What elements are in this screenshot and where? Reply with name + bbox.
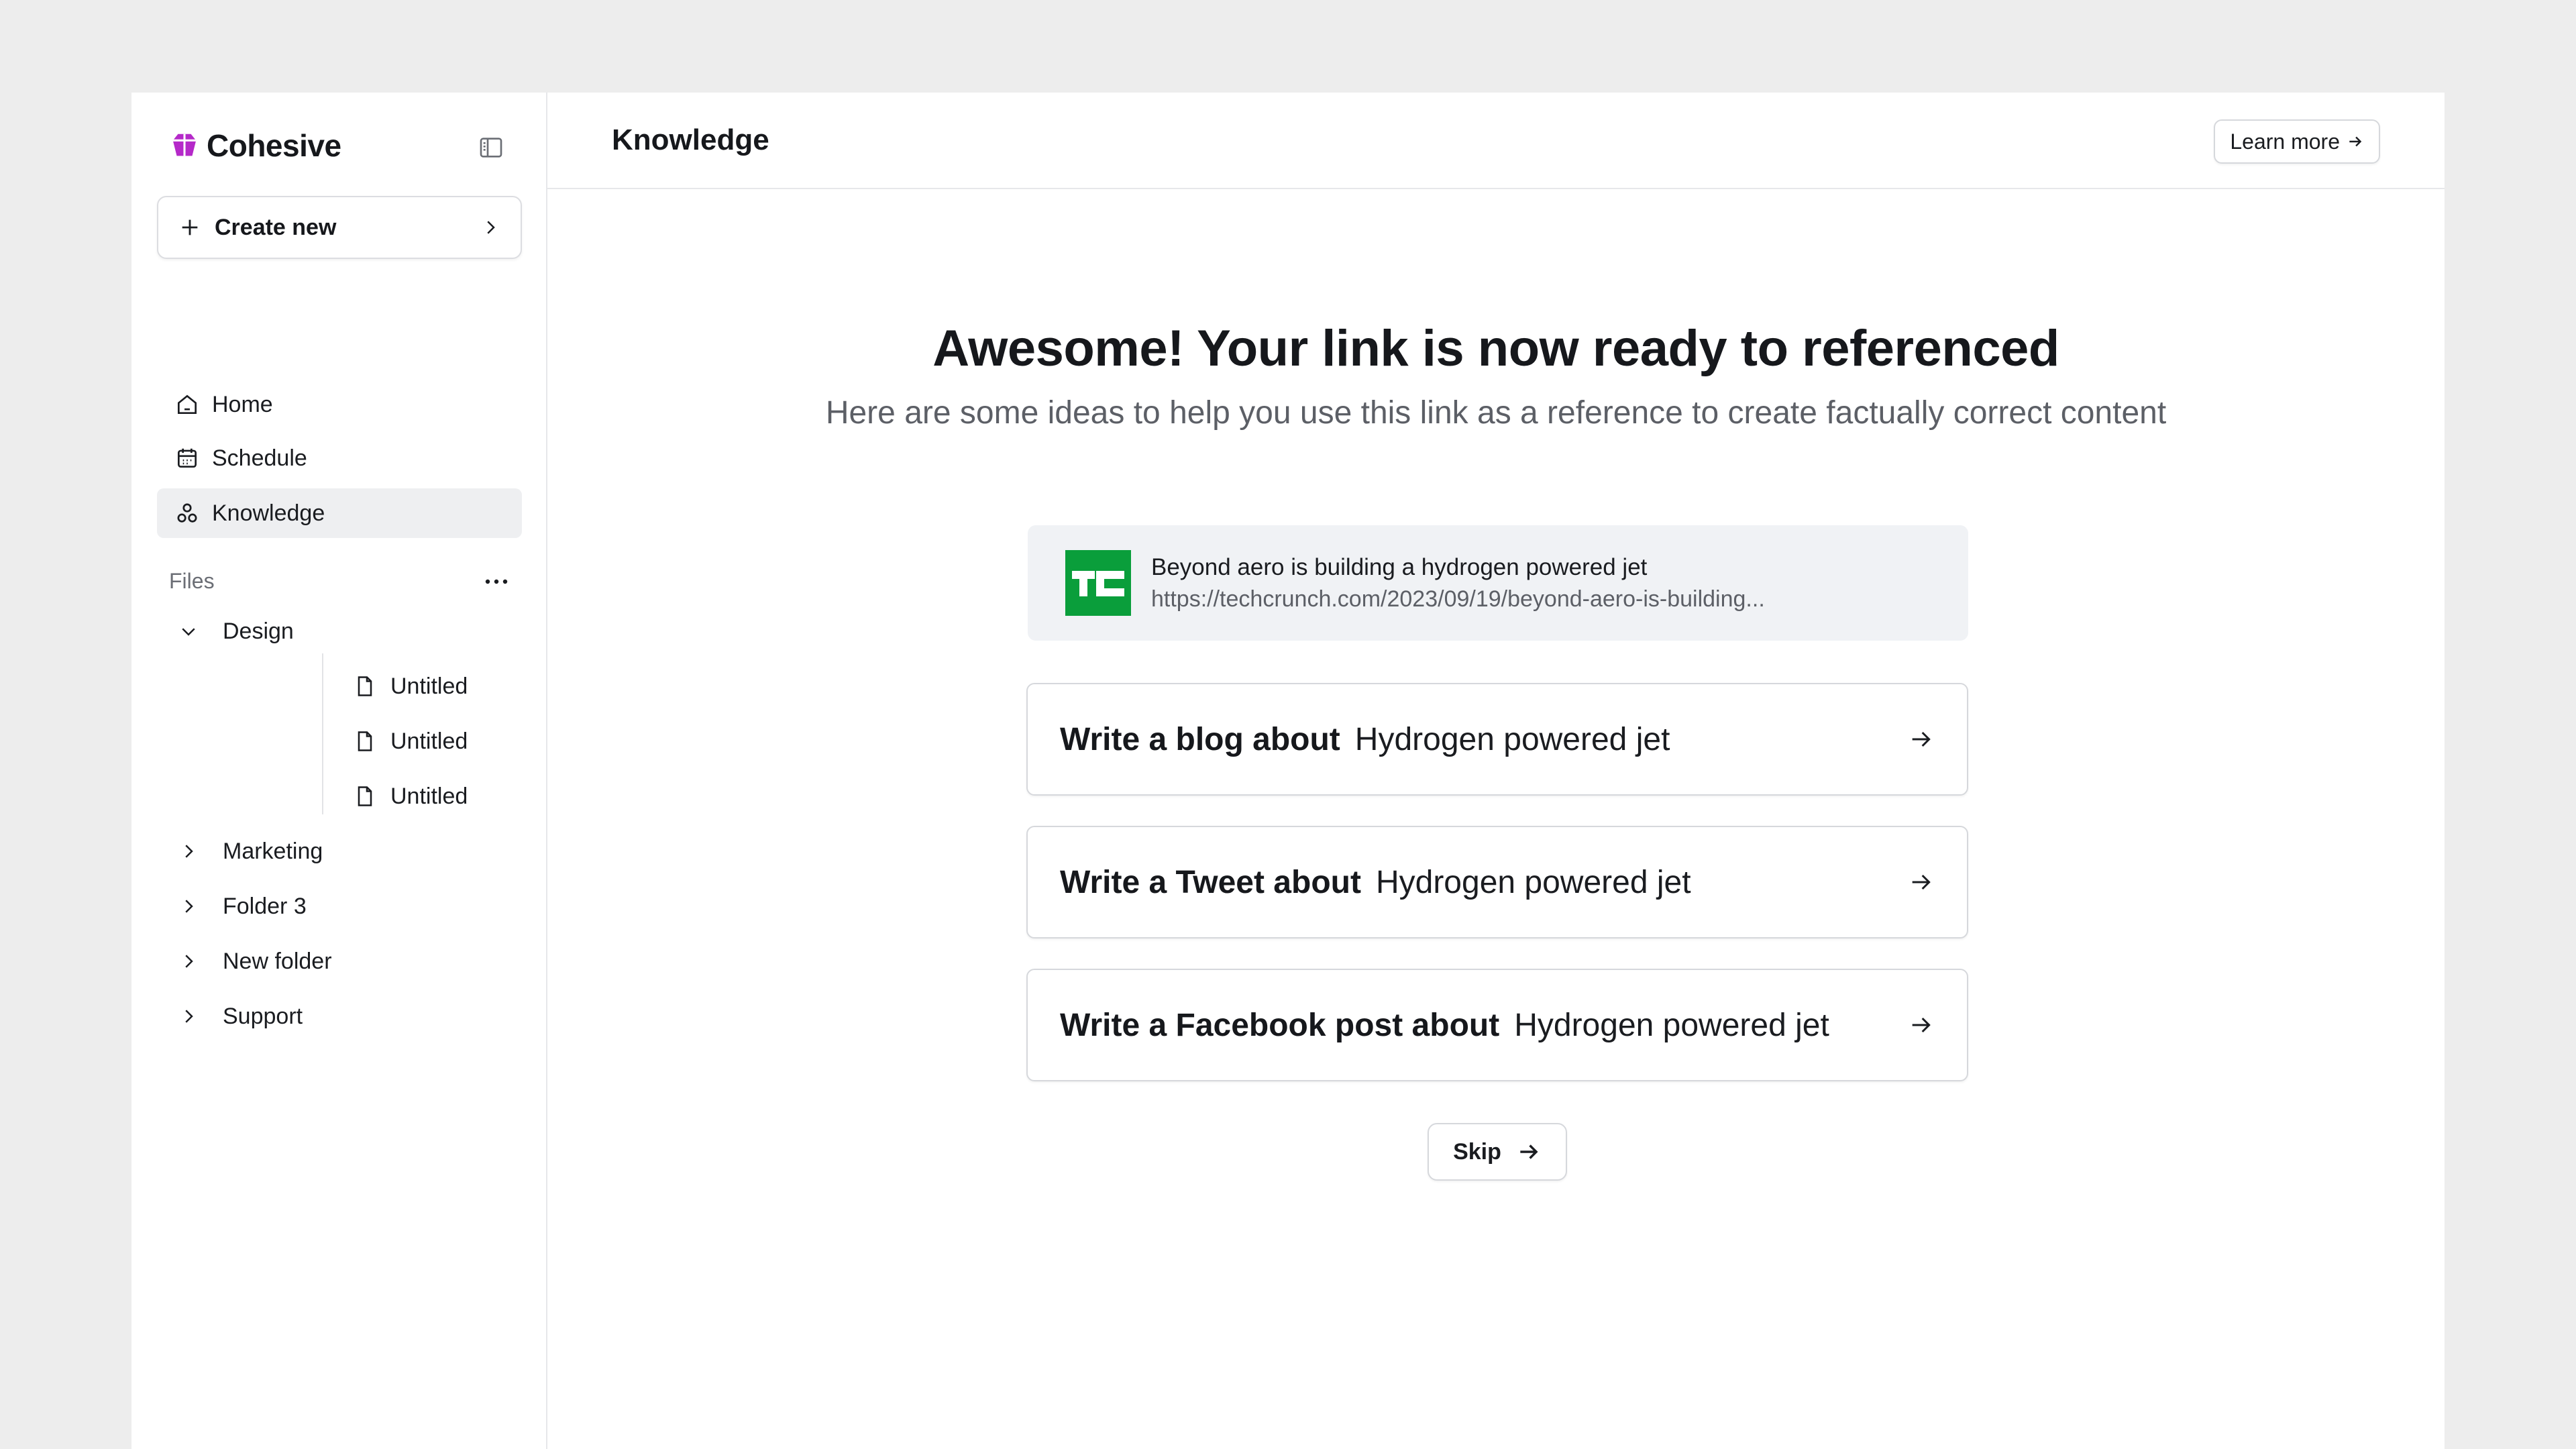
create-new-label: Create new [215, 214, 337, 240]
main-content: Knowledge Learn more Awesome! Your link … [547, 93, 2445, 1449]
skip-label: Skip [1453, 1138, 1501, 1165]
top-bar: Knowledge Learn more [547, 93, 2445, 189]
file-label: Untitled [390, 728, 468, 754]
plus-icon [178, 216, 201, 239]
file-icon [353, 729, 377, 753]
chevron-right-icon [178, 841, 208, 861]
skip-button[interactable]: Skip [1428, 1123, 1567, 1181]
nav-schedule-label: Schedule [212, 445, 307, 471]
file-label: Untitled [390, 783, 468, 809]
file-untitled-3[interactable]: Untitled [353, 772, 468, 820]
idea-verb: Write a Facebook post about [1060, 1007, 1500, 1043]
arrow-right-icon [1516, 1139, 1542, 1165]
folder-marketing-label: Marketing [223, 838, 323, 864]
cohesive-logo-icon [169, 130, 200, 161]
chevron-right-icon [178, 951, 208, 971]
link-text: Beyond aero is building a hydrogen power… [1151, 554, 1765, 612]
folder-design[interactable]: Design [178, 607, 294, 655]
page-title: Knowledge [612, 123, 769, 156]
files-section-header: Files [169, 569, 511, 594]
sidebar: Cohesive Create new Home Schedule Knowle… [131, 93, 547, 1449]
knowledge-icon [174, 500, 200, 526]
file-untitled-2[interactable]: Untitled [353, 717, 468, 765]
arrow-right-icon [2347, 133, 2364, 150]
chevron-right-icon [480, 217, 500, 237]
idea-topic: Hydrogen powered jet [1514, 1007, 1829, 1043]
chevron-right-icon [178, 896, 208, 916]
arrow-right-icon [1908, 869, 1935, 896]
link-url: https://techcrunch.com/2023/09/19/beyond… [1151, 586, 1765, 612]
files-label: Files [169, 569, 215, 593]
arrow-right-icon [1908, 726, 1935, 753]
nav-knowledge[interactable]: Knowledge [157, 488, 522, 538]
idea-topic: Hydrogen powered jet [1354, 721, 1670, 757]
chevron-right-icon [178, 1006, 208, 1026]
brand-name: Cohesive [207, 128, 341, 163]
nav-knowledge-label: Knowledge [212, 500, 325, 526]
folder-new-folder[interactable]: New folder [178, 937, 332, 985]
nav-home-label: Home [212, 391, 273, 417]
idea-blog-button[interactable]: Write a blog about Hydrogen powered jet [1026, 683, 1968, 796]
more-options-icon[interactable] [482, 572, 511, 592]
calendar-icon [174, 445, 200, 471]
idea-verb: Write a Tweet about [1060, 864, 1361, 900]
folder-support[interactable]: Support [178, 992, 303, 1040]
file-label: Untitled [390, 673, 468, 699]
folder-3-label: Folder 3 [223, 893, 307, 919]
file-icon [353, 674, 377, 698]
arrow-right-icon [1908, 1012, 1935, 1038]
folder-new-folder-label: New folder [223, 948, 332, 974]
idea-verb: Write a blog about [1060, 721, 1340, 757]
learn-more-label: Learn more [2230, 129, 2340, 154]
sidebar-toggle-icon [478, 134, 504, 161]
idea-facebook-button[interactable]: Write a Facebook post about Hydrogen pow… [1026, 969, 1968, 1081]
folder-support-label: Support [223, 1003, 303, 1029]
app-window: Cohesive Create new Home Schedule Knowle… [131, 93, 2445, 1449]
idea-topic: Hydrogen powered jet [1375, 864, 1691, 900]
referenced-link-card[interactable]: Beyond aero is building a hydrogen power… [1028, 525, 1968, 641]
folder-design-label: Design [223, 618, 294, 644]
file-untitled-1[interactable]: Untitled [353, 662, 468, 710]
brand[interactable]: Cohesive [169, 127, 341, 164]
nav-home[interactable]: Home [157, 380, 522, 429]
techcrunch-logo-icon [1065, 550, 1131, 616]
nav-schedule[interactable]: Schedule [157, 433, 522, 483]
learn-more-button[interactable]: Learn more [2214, 119, 2380, 164]
folder-3[interactable]: Folder 3 [178, 882, 307, 930]
home-icon [174, 392, 200, 417]
idea-tweet-button[interactable]: Write a Tweet about Hydrogen powered jet [1026, 826, 1968, 938]
file-icon [353, 784, 377, 808]
folder-marketing[interactable]: Marketing [178, 827, 323, 875]
headline: Awesome! Your link is now ready to refer… [932, 320, 2059, 377]
collapse-sidebar-button[interactable] [474, 130, 508, 165]
tree-guide-line [322, 653, 323, 814]
create-new-button[interactable]: Create new [157, 196, 522, 259]
chevron-down-icon [178, 621, 208, 641]
link-title: Beyond aero is building a hydrogen power… [1151, 553, 1648, 580]
subheadline: Here are some ideas to help you use this… [825, 395, 2167, 431]
